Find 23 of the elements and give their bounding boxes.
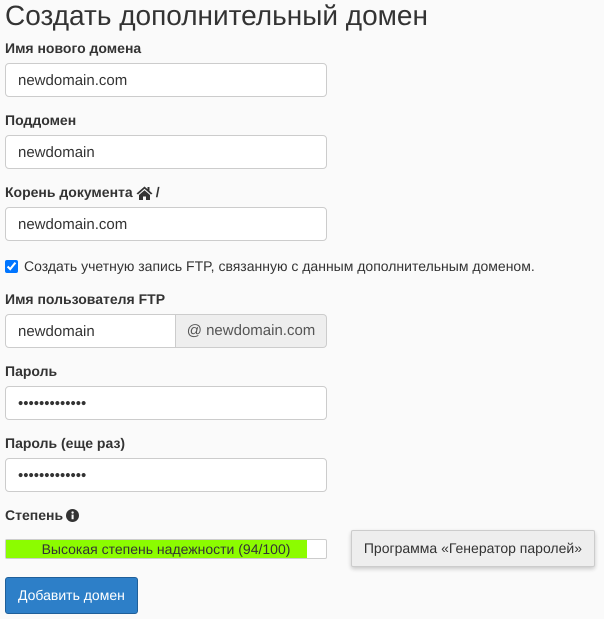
- password-field[interactable]: •••••••••••••: [5, 386, 327, 420]
- field-label: Имя пользователя FTP: [5, 291, 166, 308]
- field-label: Степень: [5, 507, 64, 524]
- page-title: Создать дополнительный домен: [5, 0, 429, 32]
- password-field[interactable]: •••••••••••••: [5, 458, 327, 492]
- path-separator: /: [156, 184, 160, 201]
- domain-addon: @ newdomain.com: [176, 314, 327, 348]
- input-field[interactable]: newdomain.com: [5, 63, 327, 97]
- input-field[interactable]: newdomain.com: [5, 207, 327, 241]
- field-label: Пароль (еще раз): [5, 435, 126, 452]
- field-label: Корень документа: [5, 184, 133, 201]
- home-icon: [136, 186, 153, 200]
- input-field[interactable]: newdomain: [5, 314, 176, 348]
- info-icon[interactable]: [66, 509, 80, 522]
- password-generator-button[interactable]: Программа «Генератор паролей»: [350, 530, 595, 567]
- add-domain-button[interactable]: Добавить домен: [5, 577, 138, 614]
- strength-reading: Высокая степень надежности (94/100): [40, 540, 292, 558]
- checkbox-label: Создать учетную запись FTP, связанную с данным дополнительным доменом.: [24, 257, 535, 276]
- checkbox[interactable]: [5, 260, 18, 272]
- field-label: Поддомен: [5, 112, 76, 129]
- input-field[interactable]: newdomain: [5, 135, 327, 169]
- field-label: Пароль: [5, 363, 58, 380]
- field-label: Имя нового домена: [5, 40, 142, 57]
